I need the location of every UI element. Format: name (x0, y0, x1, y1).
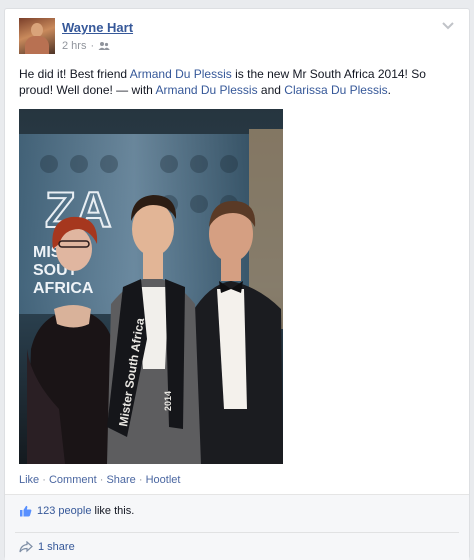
post-text: He did it! Best friend Armand Du Plessis… (19, 66, 459, 98)
sash-year: 2014 (163, 391, 173, 411)
author-name[interactable]: Wayne Hart (62, 20, 133, 35)
tag-clarissa[interactable]: Clarissa Du Plessis (284, 83, 387, 97)
tag-armand[interactable]: Armand Du Plessis (156, 83, 258, 97)
mention-armand[interactable]: Armand Du Plessis (130, 67, 232, 81)
post-text-and: and (257, 83, 285, 97)
chevron-down-icon[interactable] (441, 20, 455, 32)
avatar-head-shape (31, 23, 43, 37)
comment-link[interactable]: Comment (49, 474, 97, 486)
avatar-body-shape (25, 36, 49, 54)
footer-divider (15, 532, 459, 533)
meta-separator: · (90, 40, 95, 52)
likes-count-link[interactable]: 123 people (37, 505, 91, 517)
hootlet-link[interactable]: Hootlet (146, 474, 181, 486)
action-sep-1: · (39, 474, 49, 486)
shares-link[interactable]: 1 share (38, 541, 75, 553)
share-arrow-icon (19, 541, 33, 553)
post-actions: Like · Comment · Share · Hootlet (19, 474, 180, 486)
post-photo[interactable]: ZA MIST SOUT AFRICA Mister South Africa … (19, 109, 283, 464)
like-link[interactable]: Like (19, 474, 39, 486)
post-timestamp[interactable]: 2 hrs (62, 40, 86, 52)
avatar[interactable] (19, 18, 55, 54)
shares-row: 1 share (19, 541, 75, 553)
friends-icon[interactable] (98, 41, 110, 51)
action-sep-2: · (96, 474, 107, 486)
post-card: Wayne Hart 2 hrs · He did it! Best frien… (4, 8, 470, 560)
post-header: Wayne Hart 2 hrs · (19, 18, 455, 58)
post-text-end: . (387, 83, 391, 97)
photo-scene: ZA MIST SOUT AFRICA Mister South Africa … (19, 109, 283, 464)
post-meta: 2 hrs · (62, 40, 110, 52)
thumbs-up-icon (20, 505, 32, 517)
action-sep-3: · (135, 474, 146, 486)
post-footer: 123 people like this. 1 share (5, 494, 469, 560)
post-text-start: He did it! Best friend (19, 67, 130, 81)
backdrop-text-3: AFRICA (33, 280, 94, 297)
likes-suffix: like this. (91, 505, 135, 517)
share-link[interactable]: Share (106, 474, 135, 486)
likes-row: 123 people like this. (19, 505, 134, 517)
